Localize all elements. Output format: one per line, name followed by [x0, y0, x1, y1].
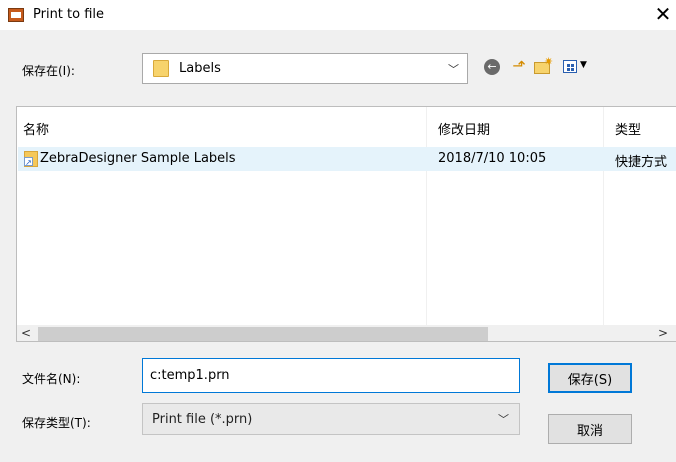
- column-header-type[interactable]: 类型: [615, 119, 641, 138]
- shortcut-folder-icon: [24, 151, 38, 167]
- save-in-label: 保存在(I):: [22, 64, 75, 78]
- filetype-select[interactable]: Print file (*.prn) ﹀: [142, 403, 520, 435]
- scroll-left-icon[interactable]: <: [21, 326, 31, 340]
- chevron-down-icon[interactable]: ﹀: [448, 61, 459, 77]
- scroll-right-icon[interactable]: >: [658, 326, 668, 340]
- chevron-down-icon[interactable]: ﹀: [498, 411, 509, 427]
- filetype-value: Print file (*.prn): [152, 412, 253, 427]
- close-icon[interactable]: ✕: [650, 2, 676, 28]
- file-list[interactable]: 名称 修改日期 类型 ZebraDesigner Sample Labels 2…: [16, 106, 676, 342]
- printer-app-icon: [8, 8, 24, 22]
- column-header-name[interactable]: 名称: [23, 119, 49, 138]
- window-title: Print to file: [33, 7, 105, 22]
- location-combo[interactable]: Labels ﹀: [142, 53, 468, 84]
- filetype-label: 保存类型(T):: [22, 416, 91, 430]
- horizontal-scrollbar[interactable]: < >: [17, 325, 676, 341]
- new-folder-icon[interactable]: ✷: [532, 55, 554, 76]
- folder-icon: [153, 60, 169, 77]
- file-type: 快捷方式: [615, 155, 668, 170]
- scrollbar-thumb[interactable]: [38, 327, 488, 341]
- column-header-date[interactable]: 修改日期: [438, 119, 490, 138]
- up-folder-icon[interactable]: ⬏: [510, 57, 528, 75]
- back-icon[interactable]: ←: [484, 59, 500, 75]
- filename-input[interactable]: [142, 358, 520, 393]
- list-item[interactable]: ZebraDesigner Sample Labels 2018/7/10 10…: [18, 147, 676, 171]
- cancel-button[interactable]: 取消: [548, 414, 632, 444]
- view-menu-icon[interactable]: ▼: [563, 59, 591, 75]
- file-name: ZebraDesigner Sample Labels: [40, 151, 236, 166]
- filename-label: 文件名(N):: [22, 372, 81, 386]
- column-divider: [603, 107, 604, 341]
- save-button[interactable]: 保存(S): [548, 363, 632, 393]
- column-divider: [426, 107, 427, 341]
- location-value: Labels: [179, 61, 221, 76]
- file-modified: 2018/7/10 10:05: [438, 151, 547, 166]
